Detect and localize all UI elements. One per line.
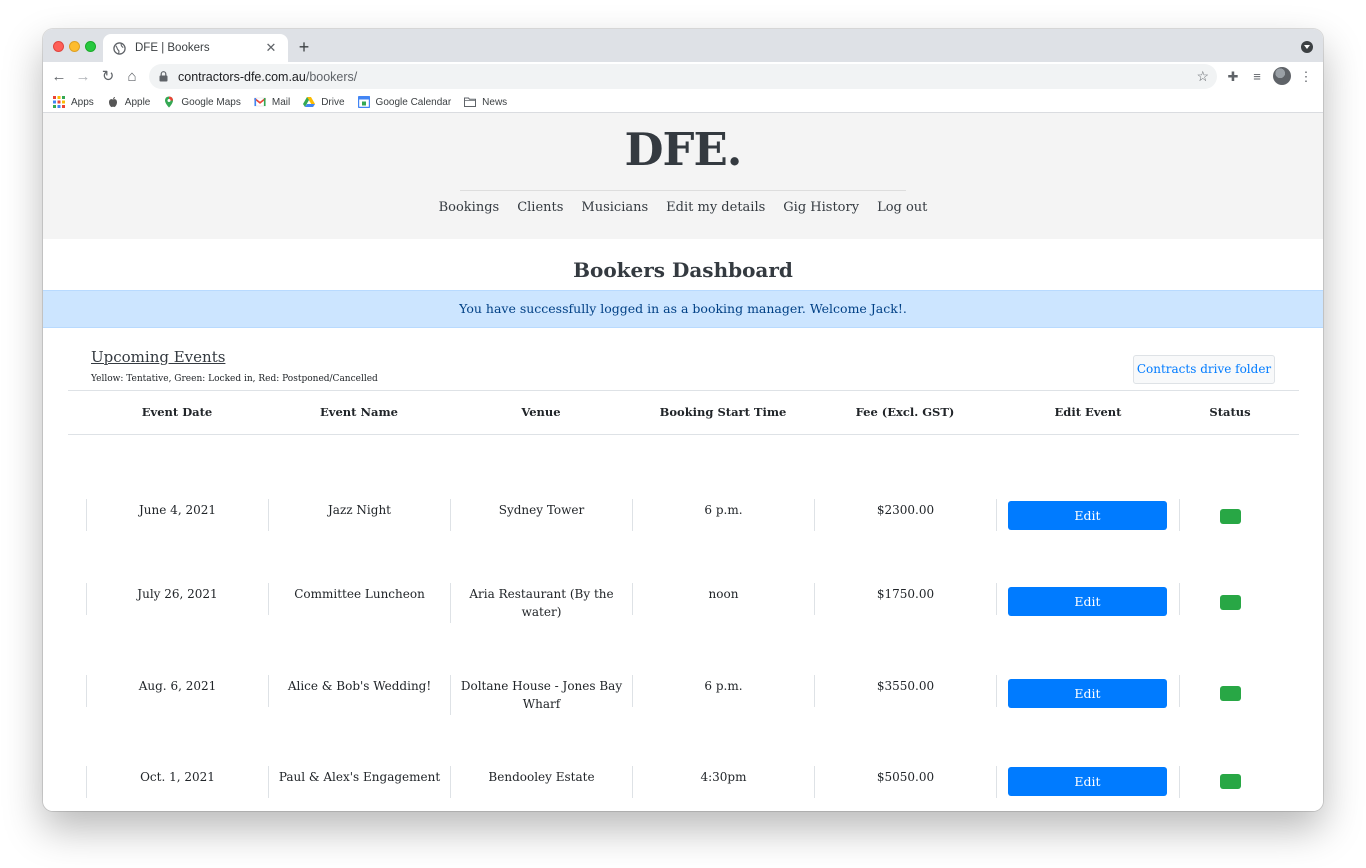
edit-event-button[interactable]: Edit xyxy=(1008,767,1167,796)
back-arrow-icon[interactable]: ← xyxy=(49,67,69,87)
event-name: Committee Luncheon xyxy=(268,583,450,615)
column-header: Venue xyxy=(521,405,561,419)
bookmark-google-maps[interactable]: Google Maps xyxy=(163,96,241,108)
contracts-drive-folder-button[interactable]: Contracts drive folder xyxy=(1133,355,1275,384)
close-window-button[interactable] xyxy=(53,41,64,52)
section-title: Upcoming Events xyxy=(91,348,226,366)
drive-icon xyxy=(303,97,316,107)
status-badge xyxy=(1220,686,1241,701)
bookmark-apple[interactable]: Apple xyxy=(107,96,150,108)
nav-gig-history[interactable]: Gig History xyxy=(783,200,859,215)
gmail-icon xyxy=(253,97,266,107)
forward-arrow-icon[interactable]: → xyxy=(73,67,93,87)
table-header: Event Date Event Name Venue Booking Star… xyxy=(68,390,1299,435)
tab-close-icon[interactable]: ✕ xyxy=(264,41,278,55)
event-fee: $1750.00 xyxy=(814,583,996,615)
column-header: Fee (Excl. GST) xyxy=(855,405,955,419)
event-name: Alice & Bob's Wedding! xyxy=(268,675,450,707)
status-badge xyxy=(1220,595,1241,610)
bookmark-mail[interactable]: Mail xyxy=(253,96,290,108)
reading-list-icon[interactable]: ≡ xyxy=(1248,68,1266,86)
event-date: Oct. 1, 2021 xyxy=(86,766,268,798)
extensions-puzzle-icon[interactable]: ✚ xyxy=(1224,68,1242,86)
address-bar[interactable]: contractors-dfe.com.au/bookers/ ☆ xyxy=(149,64,1217,89)
nav-musicians[interactable]: Musicians xyxy=(581,200,648,215)
event-date: July 26, 2021 xyxy=(86,583,268,615)
table-row: June 4, 2021 Jazz Night Sydney Tower 6 p… xyxy=(86,499,1256,535)
event-fee: $2300.00 xyxy=(814,499,996,531)
table-row: July 26, 2021 Committee Luncheon Aria Re… xyxy=(86,583,1256,623)
status-badge xyxy=(1220,509,1241,524)
bookmark-drive[interactable]: Drive xyxy=(303,96,345,108)
site-header: DFE. Bookings Clients Musicians Edit my … xyxy=(43,113,1323,239)
browser-window: DFE | Bookers ✕ + ← → ↻ ⌂ contractors-df… xyxy=(43,29,1323,811)
table-row: Oct. 1, 2021 Paul & Alex's Engagement Be… xyxy=(86,766,1256,802)
more-menu-icon[interactable]: ⋮ xyxy=(1297,68,1315,86)
tab-title: DFE | Bookers xyxy=(135,42,210,54)
column-header: Event Name xyxy=(320,405,398,419)
status-badge xyxy=(1220,774,1241,789)
event-fee: $5050.00 xyxy=(814,766,996,798)
column-header: Booking Start Time xyxy=(659,405,787,419)
page-title: Bookers Dashboard xyxy=(573,258,793,282)
event-venue: Sydney Tower xyxy=(450,499,632,531)
folder-icon xyxy=(464,97,477,107)
column-header: Event Date xyxy=(141,405,213,419)
event-venue: Bendooley Estate xyxy=(450,766,632,798)
nav-clients[interactable]: Clients xyxy=(517,200,563,215)
event-name: Jazz Night xyxy=(268,499,450,531)
event-date: Aug. 6, 2021 xyxy=(86,675,268,707)
minimize-window-button[interactable] xyxy=(69,41,80,52)
nav-edit-my-details[interactable]: Edit my details xyxy=(666,200,765,215)
edit-event-button[interactable]: Edit xyxy=(1008,679,1167,708)
web-page: DFE. Bookings Clients Musicians Edit my … xyxy=(43,113,1323,811)
edit-event-button[interactable]: Edit xyxy=(1008,587,1167,616)
globe-icon xyxy=(113,41,126,55)
event-venue: Doltane House - Jones Bay Wharf xyxy=(450,675,632,715)
url-host: contractors-dfe.com.au xyxy=(178,69,306,84)
fullscreen-window-button[interactable] xyxy=(85,41,96,52)
event-start-time: 6 p.m. xyxy=(632,675,814,707)
status-legend: Yellow: Tentative, Green: Locked in, Red… xyxy=(91,374,378,384)
event-name: Paul & Alex's Engagement xyxy=(268,766,450,798)
tab-strip: DFE | Bookers ✕ + xyxy=(43,29,1323,62)
event-venue: Aria Restaurant (By the water) xyxy=(450,583,632,623)
tab-search-chevron-icon[interactable] xyxy=(1301,41,1313,53)
maps-pin-icon xyxy=(165,96,174,108)
browser-tab[interactable]: DFE | Bookers ✕ xyxy=(103,34,288,62)
bookmark-star-icon[interactable]: ☆ xyxy=(1196,68,1209,85)
url-path: /bookers/ xyxy=(305,69,358,84)
apple-icon xyxy=(108,97,117,108)
nav-bookings[interactable]: Bookings xyxy=(439,200,500,215)
event-fee: $3550.00 xyxy=(814,675,996,707)
event-start-time: 4:30pm xyxy=(632,766,814,798)
bookmark-google-calendar[interactable]: Google Calendar xyxy=(357,96,451,108)
event-date: June 4, 2021 xyxy=(86,499,268,531)
event-start-time: 6 p.m. xyxy=(632,499,814,531)
browser-toolbar: ← → ↻ ⌂ contractors-dfe.com.au/bookers/ … xyxy=(43,62,1323,92)
table-row: Aug. 6, 2021 Alice & Bob's Wedding! Dolt… xyxy=(86,675,1256,715)
main-nav: Bookings Clients Musicians Edit my detai… xyxy=(43,200,1323,215)
nav-divider xyxy=(460,190,906,191)
site-logo[interactable]: DFE. xyxy=(43,123,1323,176)
edit-event-button[interactable]: Edit xyxy=(1008,501,1167,530)
column-header: Edit Event xyxy=(1054,405,1122,419)
lock-icon xyxy=(159,71,168,82)
login-success-alert: You have successfully logged in as a boo… xyxy=(43,290,1323,328)
bookmark-news[interactable]: News xyxy=(464,96,507,108)
home-icon[interactable]: ⌂ xyxy=(122,67,142,87)
profile-avatar[interactable] xyxy=(1273,67,1291,85)
new-tab-plus-icon[interactable]: + xyxy=(294,37,314,57)
calendar-icon xyxy=(357,96,370,108)
reload-icon[interactable]: ↻ xyxy=(98,67,118,87)
bookmark-apps[interactable]: Apps xyxy=(53,96,94,108)
event-start-time: noon xyxy=(632,583,814,615)
column-header: Status xyxy=(1209,405,1251,419)
bookmarks-bar: Apps Apple Google Maps Mail Drive Google… xyxy=(43,92,1323,113)
apps-grid-icon xyxy=(53,96,65,108)
nav-log-out[interactable]: Log out xyxy=(877,200,927,215)
